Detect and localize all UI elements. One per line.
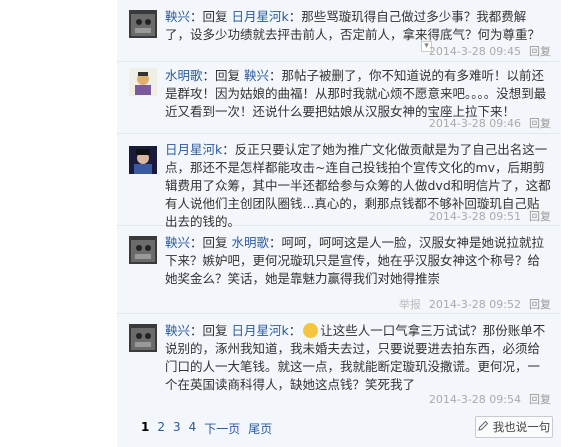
avatar[interactable]	[129, 68, 157, 96]
reply-item: 鞅兴：回复 水明歌：呵呵，呵呵这是人一脸，汉服女神是她说拉就拉下来？嫉妒吧，更何…	[117, 226, 561, 314]
timestamp: 2014-3-28 09:46	[428, 116, 521, 130]
timestamp: 2014-3-28 09:52	[428, 297, 521, 311]
reply-meta: 举报 2014-3-28 09:52 回复	[399, 296, 551, 312]
username-link[interactable]: 日月星河k	[165, 142, 222, 157]
reply-item: 水明歌：回复 鞅兴：那帖子被删了，你不知道说的有多难听！以前还是群攻！因为姑娘的…	[117, 62, 561, 134]
pencil-icon	[478, 420, 489, 434]
reply-button[interactable]: 回复	[529, 115, 551, 131]
reply-meta: 2014-3-28 09:45 回复	[429, 43, 551, 59]
page-link[interactable]: 3	[173, 420, 181, 437]
page-link[interactable]: 4	[189, 420, 197, 437]
username-link[interactable]: 鞅兴	[165, 9, 190, 24]
avatar[interactable]	[129, 146, 157, 174]
last-page-link[interactable]: 尾页	[248, 420, 272, 437]
reply-meta: 2014-3-28 09:54 回复	[429, 391, 551, 407]
reply-content: 鞅兴：回复 日月星河k： 让这些人一口气拿三万试试？那份账单不说别的，涿州我知道，…	[165, 322, 551, 394]
avatar[interactable]	[129, 236, 157, 264]
reply-word: 回复	[202, 323, 228, 338]
reply-item: 鞅兴：回复 日月星河k： 让这些人一口气拿三万试试？那份账单不说别的，涿州我知道，…	[117, 314, 561, 408]
reply-content: 鞅兴：回复 日月星河k：那些骂璇玑得自己做过多少事？我都费解了，设多少功绩就去抨…	[165, 8, 551, 44]
reply-panel: 鞅兴：回复 日月星河k：那些骂璇玑得自己做过多少事？我都费解了，设多少功绩就去抨…	[117, 0, 561, 447]
reply-meta: 2014-3-28 09:46 回复	[429, 115, 551, 131]
reply-to-link[interactable]: 日月星河k	[232, 9, 289, 24]
laughing-emoji-icon	[303, 323, 319, 338]
reply-word: 回复	[215, 68, 241, 83]
reply-word: 回复	[202, 9, 228, 24]
reply-word: 回复	[202, 235, 228, 250]
report-button[interactable]: 举报	[399, 296, 421, 312]
reply-to-link[interactable]: 鞅兴	[244, 68, 269, 83]
next-page-link[interactable]: 下一页	[204, 420, 240, 437]
separator: ：	[190, 235, 203, 250]
pagination: 1 2 3 4 下一页 尾页	[141, 420, 272, 437]
page-link[interactable]: 2	[157, 420, 165, 437]
say-button-label: 我也说一句	[492, 420, 551, 434]
username-link[interactable]: 水明歌	[165, 68, 203, 83]
reply-button[interactable]: 回复	[529, 43, 551, 59]
username-link[interactable]: 鞅兴	[165, 323, 190, 338]
timestamp: 2014-3-28 09:51	[428, 209, 521, 223]
reply-item: 鞅兴：回复 日月星河k：那些骂璇玑得自己做过多少事？我都费解了，设多少功绩就去抨…	[117, 0, 561, 62]
reply-content: 水明歌：回复 鞅兴：那帖子被删了，你不知道说的有多难听！以前还是群攻！因为姑娘的…	[165, 67, 551, 121]
reply-to-link[interactable]: 水明歌	[232, 235, 270, 250]
reply-button[interactable]: 回复	[529, 391, 551, 407]
reply-content: 鞅兴：回复 水明歌：呵呵，呵呵这是人一脸，汉服女神是她说拉就拉下来？嫉妒吧，更何…	[165, 234, 551, 288]
separator: ：	[288, 323, 302, 338]
avatar[interactable]	[129, 324, 157, 352]
say-something-button[interactable]: 我也说一句	[475, 416, 553, 438]
reply-button[interactable]: 回复	[529, 296, 551, 312]
reply-meta: 2014-3-28 09:51 回复	[429, 208, 551, 224]
page-link-current: 1	[141, 420, 150, 434]
reply-item: 日月星河k：反正只要认定了她为推广文化做贡献是为了自己出名这一点，那还不是怎样都…	[117, 134, 561, 229]
reply-button[interactable]: 回复	[529, 208, 551, 224]
username-link[interactable]: 鞅兴	[165, 235, 190, 250]
avatar[interactable]	[129, 10, 157, 38]
separator: ：	[222, 142, 235, 157]
separator: ：	[202, 68, 216, 83]
separator: ：	[190, 9, 203, 24]
separator: ：	[190, 323, 203, 338]
timestamp: 2014-3-28 09:45	[428, 44, 521, 58]
reply-to-link[interactable]: 日月星河k	[232, 323, 289, 338]
timestamp: 2014-3-28 09:54	[428, 392, 521, 406]
